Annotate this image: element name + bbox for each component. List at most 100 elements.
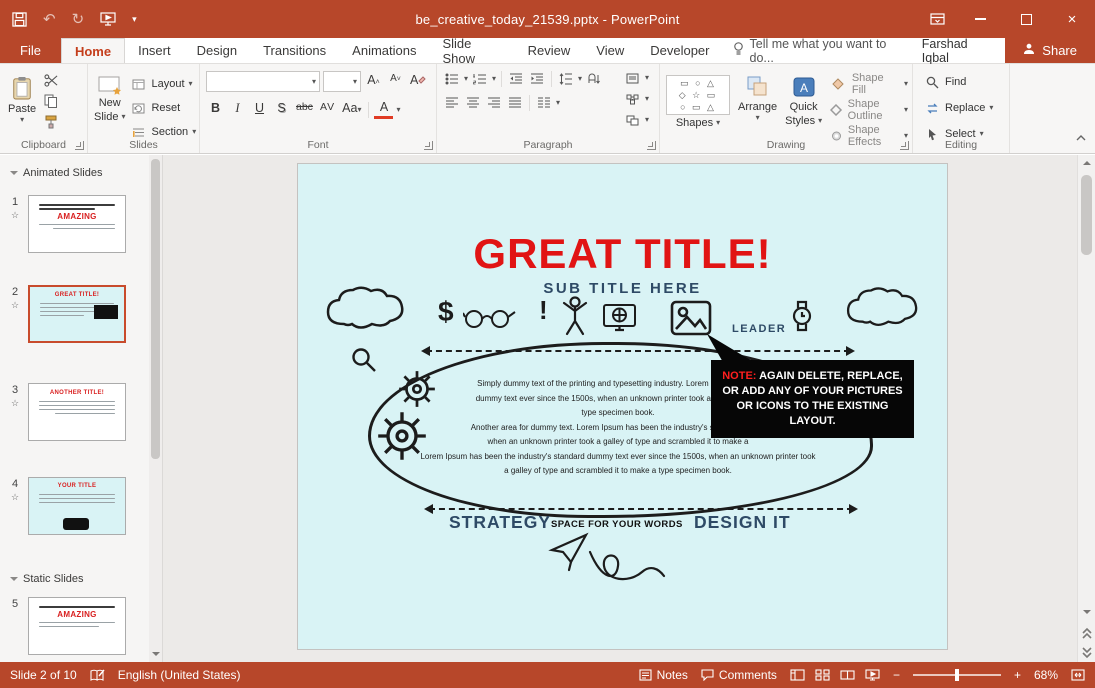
strategy-label[interactable]: STRATEGY (449, 512, 551, 533)
previous-slide-button[interactable] (1078, 625, 1095, 640)
thumb-image-2[interactable]: GREAT TITLE! (28, 285, 126, 343)
tell-me-box[interactable]: Tell me what you want to do... (723, 38, 908, 63)
glasses-icon[interactable] (463, 304, 517, 330)
quick-styles-button[interactable]: A Quick Styles▾ (785, 68, 822, 142)
zoom-out-button[interactable]: − (893, 668, 900, 682)
slide-editor[interactable]: GREAT TITLE! SUB TITLE HERE $ ! (297, 163, 948, 650)
tab-slide-show[interactable]: Slide Show (429, 38, 514, 63)
scroll-down-button[interactable] (1078, 605, 1095, 620)
bold-button[interactable]: B (206, 100, 225, 119)
underline-button[interactable]: U (250, 100, 269, 119)
thumb-image-4[interactable]: YOUR TITLE (28, 477, 126, 535)
slide-title[interactable]: GREAT TITLE! (298, 230, 947, 278)
clear-formatting-button[interactable]: A (408, 72, 428, 91)
paste-button[interactable]: Paste ▾ (8, 68, 36, 142)
shape-fill-button[interactable]: Shape Fill▾ (830, 74, 908, 94)
text-shadow-button[interactable]: S (272, 100, 291, 119)
comments-toggle[interactable]: Comments (701, 668, 777, 682)
panel-scrollbar-thumb[interactable] (151, 159, 160, 459)
font-size-combo[interactable]: ▾ (323, 71, 361, 92)
tab-file[interactable]: File (0, 38, 61, 63)
paper-plane-doodle[interactable] (546, 530, 674, 590)
numbering-button[interactable] (471, 71, 489, 87)
convert-smartart-button[interactable] (624, 91, 642, 107)
tab-insert[interactable]: Insert (125, 38, 184, 63)
font-color-button[interactable]: A (374, 100, 393, 119)
normal-view-button[interactable] (790, 669, 805, 681)
strikethrough-button[interactable]: abc (294, 100, 315, 119)
columns-button[interactable] (535, 95, 553, 111)
bullets-button[interactable] (443, 71, 461, 87)
italic-button[interactable]: I (228, 100, 247, 119)
font-color-caret[interactable]: ▾ (396, 107, 400, 113)
layout-button[interactable]: Layout▾ (129, 74, 196, 94)
panel-scrollbar[interactable] (149, 155, 162, 662)
tab-animations[interactable]: Animations (339, 38, 429, 63)
text-direction-button[interactable] (585, 71, 603, 87)
maximize-button[interactable] (1003, 0, 1049, 38)
next-slide-button[interactable] (1078, 645, 1095, 660)
person-icon[interactable] (560, 296, 590, 338)
monitor-globe-icon[interactable] (603, 304, 637, 334)
tab-design[interactable]: Design (184, 38, 250, 63)
font-name-combo[interactable]: ▾ (206, 71, 320, 92)
dollar-icon[interactable]: $ (438, 296, 454, 328)
proofing-icon[interactable] (90, 669, 105, 682)
language-indicator[interactable]: English (United States) (118, 668, 241, 682)
thumb-image-1[interactable]: AMAZING (28, 195, 126, 253)
zoom-level[interactable]: 68% (1034, 668, 1058, 682)
tab-transitions[interactable]: Transitions (250, 38, 339, 63)
cloud-right-icon[interactable] (842, 285, 922, 329)
paragraph-dialog-launcher[interactable] (647, 141, 656, 150)
slide-thumbnail-3[interactable]: 3☆ ANOTHER TITLE! (6, 383, 126, 441)
thumb-image-3[interactable]: ANOTHER TITLE! (28, 383, 126, 441)
change-case-button[interactable]: Aa▾ (340, 100, 363, 119)
find-button[interactable]: Find (923, 72, 1009, 92)
decrease-font-size-button[interactable]: A˅ (386, 72, 405, 91)
shapes-button[interactable]: ▭ ○ △ ◇ ☆ ▭ ○ ▭ △ Shapes▾ (666, 68, 730, 142)
ribbon-display-options-button[interactable] (917, 0, 957, 38)
copy-button[interactable] (42, 93, 60, 109)
align-text-button[interactable] (624, 70, 642, 86)
collapse-ribbon-button[interactable] (1075, 129, 1087, 147)
slide-thumbnail-5[interactable]: 5 AMAZING (6, 597, 126, 655)
justify-button[interactable] (506, 95, 524, 111)
slideshow-view-button[interactable] (865, 669, 880, 681)
reset-button[interactable]: Reset (129, 98, 196, 118)
magnifier-icon[interactable] (350, 346, 378, 374)
decrease-indent-button[interactable] (507, 71, 525, 87)
exclamation-icon[interactable]: ! (539, 295, 548, 326)
note-callout[interactable]: NOTE: AGAIN DELETE, REPLACE, OR ADD ANY … (711, 360, 914, 438)
main-scrollbar-thumb[interactable] (1081, 175, 1092, 255)
reading-view-button[interactable] (840, 669, 855, 681)
cut-button[interactable] (42, 72, 60, 88)
line-spacing-button[interactable] (557, 71, 575, 87)
character-spacing-button[interactable]: AV (318, 100, 337, 119)
zoom-slider-knob[interactable] (955, 669, 959, 681)
user-account[interactable]: Farshad Iqbal (908, 38, 1006, 63)
watch-icon[interactable] (790, 300, 814, 332)
align-left-button[interactable] (443, 95, 461, 111)
increase-indent-button[interactable] (528, 71, 546, 87)
space-for-words-label[interactable]: SPACE FOR YOUR WORDS (551, 519, 683, 530)
leader-label[interactable]: LEADER (732, 323, 786, 335)
close-button[interactable]: × (1049, 0, 1095, 38)
arrange-button[interactable]: Arrange ▾ (738, 68, 777, 142)
align-center-button[interactable] (464, 95, 482, 111)
tab-developer[interactable]: Developer (637, 38, 722, 63)
zoom-in-button[interactable]: + (1014, 668, 1021, 682)
section-animated-slides[interactable]: Animated Slides (10, 167, 103, 179)
format-painter-button[interactable] (42, 114, 60, 130)
slide-thumbnail-2[interactable]: 2☆ GREAT TITLE! (6, 285, 126, 343)
slide-sorter-view-button[interactable] (815, 669, 830, 681)
design-it-label[interactable]: DESIGN IT (694, 512, 791, 533)
tab-review[interactable]: Review (515, 38, 584, 63)
section-static-slides[interactable]: Static Slides (10, 573, 84, 585)
cloud-left-icon[interactable] (324, 284, 406, 332)
slide-thumbnail-1[interactable]: 1☆ AMAZING (6, 195, 126, 253)
tab-view[interactable]: View (583, 38, 637, 63)
increase-font-size-button[interactable]: A˄ (364, 72, 383, 91)
zoom-slider[interactable] (913, 674, 1001, 676)
slide-indicator[interactable]: Slide 2 of 10 (10, 668, 77, 682)
clipboard-dialog-launcher[interactable] (75, 141, 84, 150)
